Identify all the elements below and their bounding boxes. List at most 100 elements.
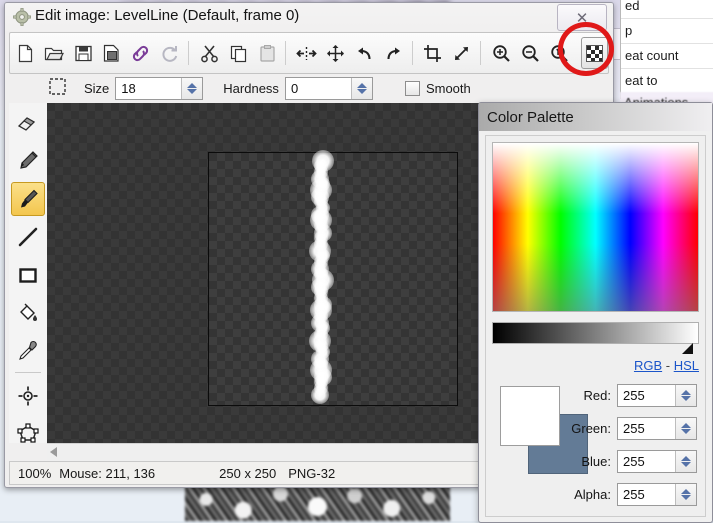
paste-icon[interactable]: [254, 37, 281, 69]
red-channel: Red: 255: [555, 384, 697, 407]
checkbox-icon[interactable]: [405, 81, 420, 96]
selection-marquee-icon[interactable]: [49, 78, 66, 98]
background-menu-item[interactable]: ed: [621, 0, 713, 19]
alpha-channel: Alpha: 255: [555, 483, 697, 506]
red-channel-stepper[interactable]: 255: [617, 384, 697, 407]
window-titlebar[interactable]: Edit image: LevelLine (Default, frame 0)…: [5, 3, 613, 31]
pencil-tool[interactable]: [11, 144, 45, 178]
size-stepper[interactable]: 18: [115, 77, 203, 100]
hardness-spin-buttons[interactable]: [351, 78, 372, 99]
fill-bucket-tool[interactable]: [11, 296, 45, 330]
green-channel: Green: 255: [555, 417, 697, 440]
hardness-input[interactable]: 0: [286, 78, 351, 99]
mode-separator: -: [666, 358, 670, 373]
green-spin-buttons[interactable]: [675, 418, 696, 439]
eraser-tool[interactable]: [11, 106, 45, 140]
spin-up-icon[interactable]: [187, 83, 197, 88]
background-menu-item[interactable]: eat count: [621, 44, 713, 69]
blue-channel-label: Blue:: [555, 454, 611, 469]
copy-icon[interactable]: [225, 37, 252, 69]
red-spin-buttons[interactable]: [675, 385, 696, 406]
color-palette-titlebar[interactable]: Color Palette: [479, 103, 712, 131]
line-tool[interactable]: [11, 220, 45, 254]
smooth-label: Smooth: [426, 81, 471, 96]
smooth-checkbox[interactable]: Smooth: [405, 81, 471, 96]
save-as-icon[interactable]: [99, 37, 126, 69]
flip-horizontal-icon[interactable]: [293, 37, 320, 69]
spin-up-icon[interactable]: [681, 423, 691, 428]
crop-icon[interactable]: [419, 37, 446, 69]
gear-icon: [13, 8, 31, 26]
spin-down-icon[interactable]: [357, 89, 367, 94]
refresh-icon[interactable]: [156, 37, 183, 69]
toolbar-separator: [480, 41, 481, 65]
pivot-tool[interactable]: [11, 379, 45, 413]
background-menu-list[interactable]: ed p eat count eat to: [620, 0, 713, 99]
spin-up-icon[interactable]: [681, 456, 691, 461]
toolbar-separator: [188, 41, 189, 65]
hsl-mode-link[interactable]: HSL: [674, 358, 699, 373]
spin-up-icon[interactable]: [681, 489, 691, 494]
grayscale-marker-icon[interactable]: [682, 343, 693, 354]
toolbar-separator: [412, 41, 413, 65]
status-mouse-coords: Mouse: 211, 136: [59, 466, 155, 481]
blue-channel-stepper[interactable]: 255: [617, 450, 697, 473]
blue-channel-input[interactable]: 255: [618, 451, 675, 472]
rectangle-tool[interactable]: [11, 258, 45, 292]
move-icon[interactable]: [322, 37, 349, 69]
spin-up-icon[interactable]: [357, 83, 367, 88]
tool-separator: [15, 372, 41, 373]
brush-dab: [311, 386, 329, 404]
hardness-label: Hardness: [223, 81, 279, 96]
color-palette-title: Color Palette: [487, 109, 574, 126]
new-file-icon[interactable]: [12, 37, 39, 69]
link-icon[interactable]: [127, 37, 154, 69]
green-channel-stepper[interactable]: 255: [617, 417, 697, 440]
page-title: Edit image: LevelLine (Default, frame 0): [35, 7, 299, 24]
alpha-channel-stepper[interactable]: 255: [617, 483, 697, 506]
redo-icon[interactable]: [380, 37, 407, 69]
main-toolbar: [9, 32, 609, 74]
size-spin-buttons[interactable]: [181, 78, 202, 99]
spin-down-icon[interactable]: [681, 396, 691, 401]
canvas-artboard[interactable]: [208, 152, 458, 406]
spin-up-icon[interactable]: [681, 390, 691, 395]
resize-icon[interactable]: [448, 37, 475, 69]
tool-palette: [9, 103, 48, 443]
eyedropper-tool[interactable]: [11, 334, 45, 368]
spin-down-icon[interactable]: [681, 495, 691, 500]
color-spectrum-picker[interactable]: [492, 142, 699, 312]
spin-down-icon[interactable]: [187, 89, 197, 94]
foreground-color-swatch[interactable]: [500, 386, 560, 446]
cut-scissors-icon[interactable]: [196, 37, 223, 69]
green-channel-input[interactable]: 255: [618, 418, 675, 439]
background-menu-item[interactable]: eat to: [621, 69, 713, 94]
status-zoom-level: 100%: [18, 466, 51, 481]
save-icon[interactable]: [70, 37, 97, 69]
red-channel-input[interactable]: 255: [618, 385, 675, 406]
hardness-stepper[interactable]: 0: [285, 77, 373, 100]
alpha-spin-buttons[interactable]: [675, 484, 696, 505]
polygon-tool[interactable]: [11, 417, 45, 451]
tool-options-row: Size 18 Hardness 0 Smooth: [9, 74, 607, 102]
alpha-channel-label: Alpha:: [555, 487, 611, 502]
size-input[interactable]: 18: [116, 78, 181, 99]
zoom-in-icon[interactable]: [488, 37, 515, 69]
undo-icon[interactable]: [351, 37, 378, 69]
blue-spin-buttons[interactable]: [675, 451, 696, 472]
grayscale-bar[interactable]: [492, 322, 699, 344]
blue-channel: Blue: 255: [555, 450, 697, 473]
background-menu-item[interactable]: p: [621, 19, 713, 44]
spin-down-icon[interactable]: [681, 429, 691, 434]
toolbar-separator: [285, 41, 286, 65]
zoom-out-icon[interactable]: [517, 37, 544, 69]
brush-tool[interactable]: [11, 182, 45, 216]
scroll-left-arrow-icon[interactable]: [50, 447, 57, 457]
open-folder-icon[interactable]: [41, 37, 68, 69]
rgb-mode-link[interactable]: RGB: [634, 358, 662, 373]
red-highlight-annotation: [558, 22, 614, 76]
green-channel-label: Green:: [555, 421, 611, 436]
spin-down-icon[interactable]: [681, 462, 691, 467]
alpha-channel-input[interactable]: 255: [618, 484, 675, 505]
color-mode-links: RGB - HSL: [486, 358, 707, 373]
